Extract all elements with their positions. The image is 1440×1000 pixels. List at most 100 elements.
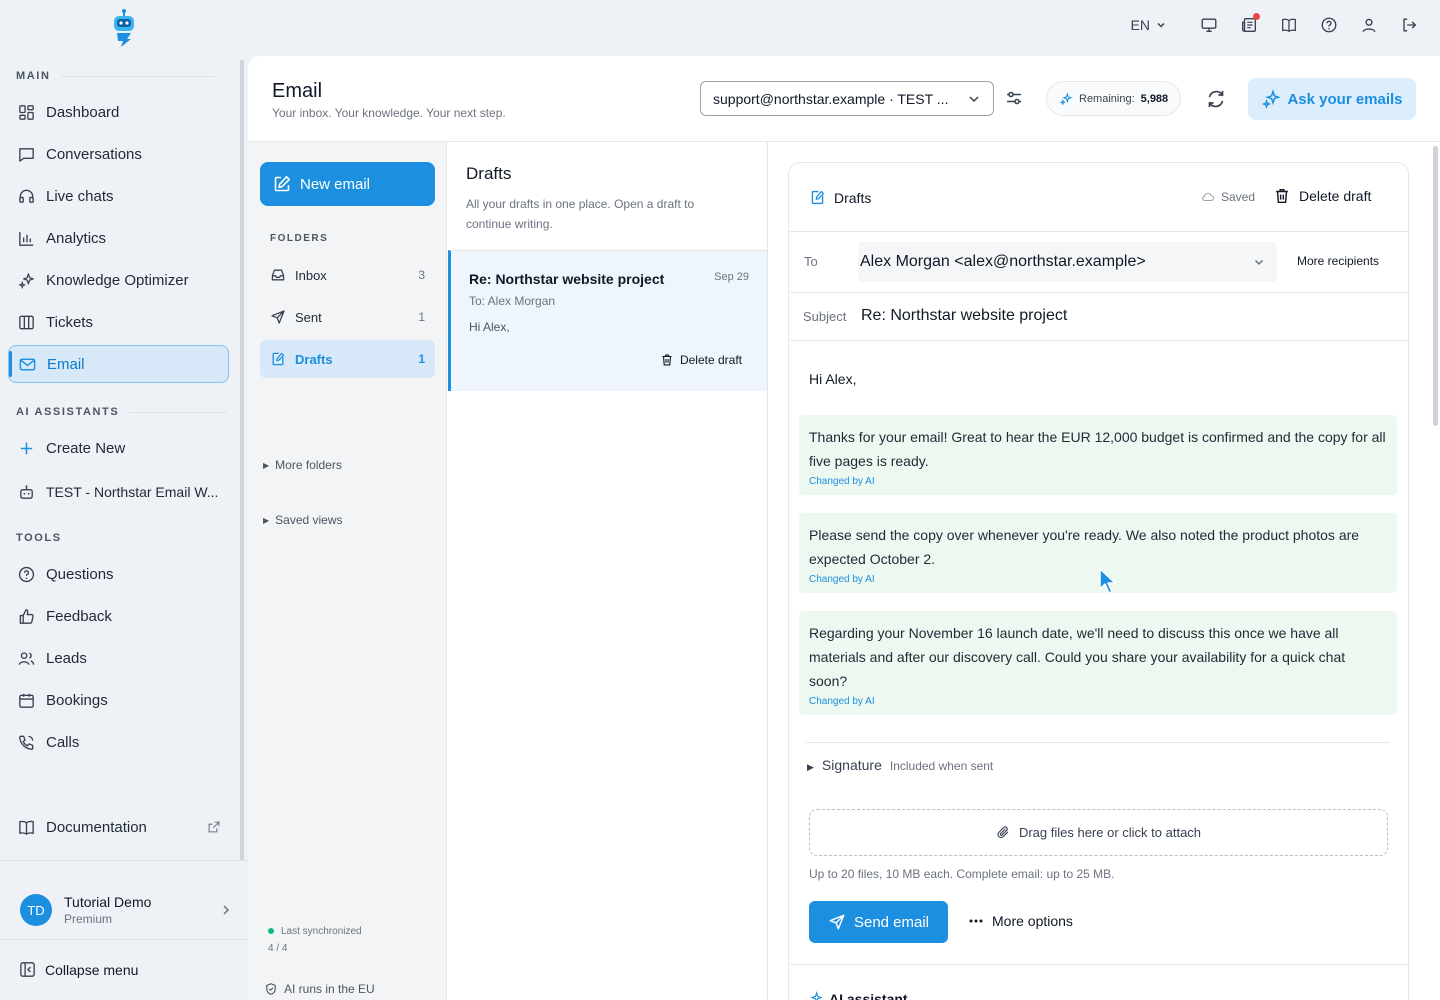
inbox-icon: [271, 269, 285, 281]
sync-status-dot: [268, 928, 274, 935]
main-scrollbar[interactable]: [1433, 146, 1438, 426]
users-icon: [18, 651, 35, 665]
account-selector-value: support@northstar.example · TEST ...: [713, 90, 949, 107]
sparkles-icon: [18, 272, 34, 289]
section-main: MAIN: [16, 70, 215, 82]
sidebar-item-label: Questions: [46, 565, 114, 583]
section-tools-label: TOOLS: [16, 532, 62, 544]
send-email-button[interactable]: Send email: [809, 901, 948, 943]
more-folders-toggle[interactable]: ▶ More folders: [263, 458, 342, 472]
saved-status-label: Saved: [1221, 190, 1256, 204]
news-icon[interactable]: [1238, 13, 1260, 36]
to-field[interactable]: Alex Morgan <alex@northstar.example>: [858, 242, 1277, 282]
page-title: Email: [272, 80, 323, 102]
sidebar-item-email[interactable]: Email: [8, 345, 229, 383]
folder-count: 3: [418, 268, 425, 282]
sidebar-item-analytics[interactable]: Analytics: [8, 219, 229, 257]
sidebar-item-knowledge-optimizer[interactable]: Knowledge Optimizer: [8, 261, 229, 299]
chevron-right-icon: [223, 905, 230, 915]
sync-status: Last synchronized 4 / 4: [268, 923, 362, 957]
ai-assistant-section[interactable]: AI assistant: [807, 991, 908, 1000]
ai-change-tag: Changed by AI: [809, 696, 875, 707]
section-main-label: MAIN: [16, 70, 51, 82]
folder-label: Inbox: [295, 267, 327, 283]
draft-delete-button[interactable]: Delete draft: [660, 353, 742, 367]
folder-drafts[interactable]: Drafts 1: [260, 340, 435, 378]
sidebar-item-label: Live chats: [46, 187, 114, 205]
sidebar-divider: [0, 939, 248, 940]
question-icon: [18, 566, 35, 582]
sidebar-item-questions[interactable]: Questions: [8, 555, 229, 593]
attachment-label: Drag files here or click to attach: [1018, 825, 1202, 840]
compose-icon: [274, 176, 290, 192]
top-bar: EN: [0, 0, 1440, 56]
collapse-menu-label: Collapse menu: [45, 961, 139, 978]
sidebar-item-calls[interactable]: Calls: [8, 723, 229, 761]
signature-toggle[interactable]: ▶ Signature Included when sent: [807, 757, 993, 773]
sidebar-item-test-assistant[interactable]: TEST - Northstar Email W...: [8, 473, 229, 511]
delete-draft-button[interactable]: Delete draft: [1273, 187, 1371, 205]
mail-icon: [19, 358, 36, 370]
book-icon[interactable]: [1278, 14, 1300, 36]
logout-icon[interactable]: [1398, 14, 1420, 36]
saved-views-toggle[interactable]: ▶ Saved views: [263, 513, 343, 527]
help-icon[interactable]: [1318, 14, 1340, 36]
folder-sent[interactable]: Sent 1: [260, 298, 435, 336]
section-tools: TOOLS: [16, 532, 72, 544]
section-ai-assistants: AI ASSISTANTS: [16, 406, 228, 418]
collapse-menu-button[interactable]: Collapse menu: [18, 960, 138, 979]
ai-changed-paragraph[interactable]: Regarding your November 16 launch date, …: [799, 611, 1397, 715]
paragraph-text: Regarding your November 16 launch date, …: [809, 625, 1346, 689]
folder-inbox[interactable]: Inbox 3: [260, 256, 435, 294]
sidebar-item-leads[interactable]: Leads: [8, 639, 229, 677]
ask-your-emails-button[interactable]: Ask your emails: [1248, 78, 1416, 120]
bar-chart-icon: [19, 231, 34, 246]
sidebar-item-create-new[interactable]: Create New: [8, 429, 229, 467]
attachment-dropzone[interactable]: Drag files here or click to attach: [809, 809, 1388, 856]
language-selector[interactable]: EN: [1131, 17, 1166, 33]
sidebar-item-dashboard[interactable]: Dashboard: [8, 93, 229, 131]
sidebar-item-bookings[interactable]: Bookings: [8, 681, 229, 719]
eu-note: AI runs in the EU: [264, 982, 375, 996]
filter-settings-icon[interactable]: [1004, 88, 1024, 108]
draft-date: Sep 29: [714, 271, 749, 283]
chevron-down-icon: [1254, 259, 1264, 266]
refresh-icon[interactable]: [1205, 88, 1227, 110]
sidebar-item-label: Email: [47, 355, 85, 373]
monitor-icon[interactable]: [1198, 14, 1220, 36]
sparkles-icon: [1262, 89, 1282, 109]
send-icon: [829, 914, 845, 930]
draft-list-item[interactable]: Re: Northstar website project Sep 29 To:…: [448, 250, 767, 391]
ai-changed-paragraph[interactable]: Thanks for your email! Great to hear the…: [799, 415, 1397, 495]
sparkles-icon: [1059, 91, 1073, 106]
folders-panel: New email FOLDERS Inbox 3 Sent 1 Drafts …: [248, 142, 447, 1000]
more-recipients-button[interactable]: More recipients: [1297, 254, 1379, 268]
more-options-button[interactable]: More options: [968, 913, 1073, 929]
sync-value: 4 / 4: [268, 943, 288, 954]
sidebar-item-documentation[interactable]: Documentation: [8, 808, 229, 846]
sidebar-item-conversations[interactable]: Conversations: [8, 135, 229, 173]
to-value: Alex Morgan <alex@northstar.example>: [860, 253, 1146, 270]
body-greeting[interactable]: Hi Alex,: [809, 371, 856, 387]
dashboard-icon: [19, 104, 34, 120]
account-selector[interactable]: support@northstar.example · TEST ...: [700, 81, 994, 116]
subject-row: Subject Re: Northstar website project: [789, 293, 1408, 341]
sidebar-scrollbar[interactable]: [240, 60, 244, 860]
sidebar-item-tickets[interactable]: Tickets: [8, 303, 229, 341]
sidebar-item-label: Dashboard: [46, 103, 120, 121]
sidebar-item-label: TEST - Northstar Email W...: [46, 484, 219, 500]
brand-logo-icon[interactable]: [108, 8, 140, 48]
new-email-button[interactable]: New email: [260, 162, 435, 206]
user-icon[interactable]: [1358, 14, 1380, 36]
sidebar-item-label: Analytics: [46, 229, 107, 247]
draft-icon: [811, 190, 825, 205]
subject-field[interactable]: Re: Northstar website project: [861, 307, 1067, 325]
folder-count: 1: [418, 310, 425, 324]
bot-icon: [20, 484, 33, 499]
user-profile-card[interactable]: TD Tutorial Demo Premium: [20, 884, 232, 936]
draft-list-panel: Drafts All your drafts in one place. Ope…: [448, 142, 768, 1000]
sidebar-item-live-chats[interactable]: Live chats: [8, 177, 229, 215]
sidebar-item-label: Tickets: [46, 313, 93, 331]
sidebar-item-feedback[interactable]: Feedback: [8, 597, 229, 635]
sidebar-item-label: Leads: [46, 649, 87, 667]
